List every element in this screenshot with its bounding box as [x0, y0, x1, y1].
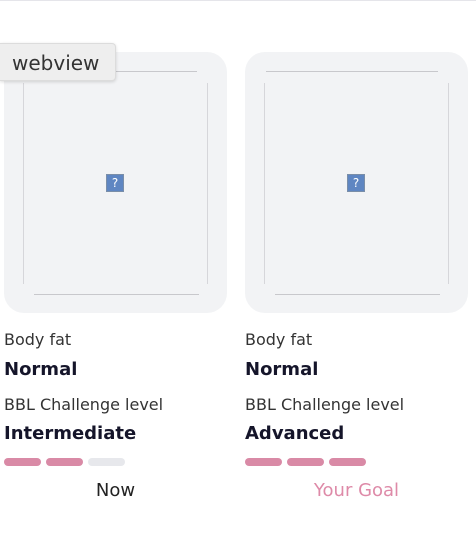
- level-segment-filled: [46, 458, 83, 466]
- level-segment-filled: [4, 458, 41, 466]
- image-frame-bottom: [34, 294, 199, 295]
- image-frame-right: [207, 83, 208, 284]
- body-fat-label: Body fat: [245, 330, 313, 349]
- challenge-level-value: Advanced: [245, 423, 345, 444]
- broken-image-icon: ?: [347, 174, 365, 192]
- image-frame-left: [23, 83, 24, 284]
- image-frame-right: [448, 83, 449, 284]
- body-fat-label: Body fat: [4, 330, 72, 349]
- goal-body-image: ?: [245, 52, 468, 313]
- image-frame-left: [264, 83, 265, 284]
- image-frame-bottom: [275, 294, 440, 295]
- challenge-level-value: Intermediate: [4, 423, 137, 444]
- level-segment-filled: [287, 458, 324, 466]
- level-segment-filled: [245, 458, 282, 466]
- challenge-level-label: BBL Challenge level: [245, 395, 405, 414]
- goal-state-card: ? Body fat Normal BBL Challenge level Ad…: [245, 52, 468, 501]
- your-goal-caption: Your Goal: [313, 480, 400, 501]
- body-fat-value: Normal: [4, 359, 78, 380]
- broken-image-icon: ?: [106, 174, 124, 192]
- level-progress-bars: [245, 458, 366, 466]
- challenge-level-label: BBL Challenge level: [4, 395, 164, 414]
- webview-overlay-label: webview: [0, 43, 116, 81]
- level-progress-bars: [4, 458, 125, 466]
- body-fat-value: Normal: [245, 359, 319, 380]
- current-body-image: ?: [4, 52, 227, 313]
- level-segment-filled: [329, 458, 366, 466]
- now-caption: Now: [95, 480, 136, 501]
- top-divider: [0, 0, 476, 1]
- current-state-card: ? Body fat Normal BBL Challenge level In…: [4, 52, 227, 501]
- level-segment-empty: [88, 458, 125, 466]
- image-frame-top: [266, 71, 438, 72]
